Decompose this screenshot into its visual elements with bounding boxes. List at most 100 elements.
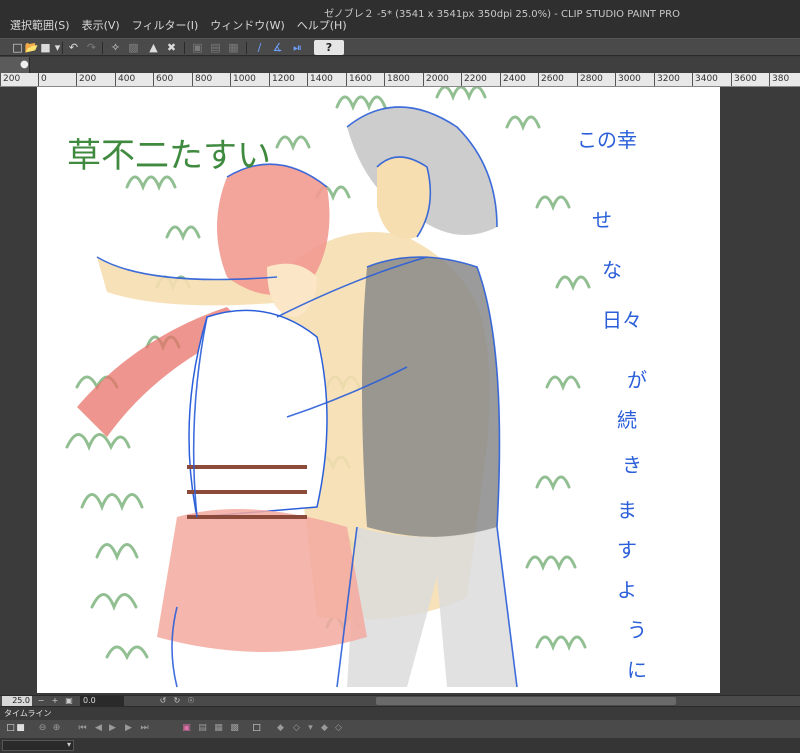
ruler-tick: 1200 bbox=[269, 73, 295, 86]
timeline-title[interactable]: タイムライン bbox=[4, 708, 51, 720]
timeline-body: ▾ bbox=[0, 738, 800, 753]
menu-bar: ゼノブレ２ -5* (3541 x 3541px 350dpi 25.0%) -… bbox=[0, 0, 800, 38]
reset-rotation-icon[interactable]: ☉ bbox=[186, 696, 196, 706]
ruler-label: 1400 bbox=[310, 74, 333, 84]
prev-frame-icon[interactable]: ◀ bbox=[92, 722, 105, 735]
ruler-tick: 3400 bbox=[692, 73, 718, 86]
message-line: 続 bbox=[617, 408, 637, 432]
zoom-out-icon[interactable]: − bbox=[36, 696, 46, 706]
drawing-canvas[interactable]: 草不二たすい この幸 せ な 日々 が 続 き ま す よ う に bbox=[37, 87, 720, 693]
canvas-tab-strip: ● bbox=[0, 57, 800, 73]
ruler-tick: 3200 bbox=[654, 73, 680, 86]
ruler-label: 380 bbox=[772, 74, 790, 84]
separator bbox=[62, 42, 63, 54]
canvas-workarea[interactable]: 草不二たすい この幸 せ な 日々 が 続 き ま す よ う に bbox=[0, 87, 800, 695]
message-line: な bbox=[602, 258, 622, 282]
specify-cel-icon[interactable]: ▦ bbox=[212, 722, 225, 735]
new-canvas-icon[interactable]: □ bbox=[10, 40, 25, 55]
undo-icon[interactable]: ↶ bbox=[66, 40, 81, 55]
ruler-label: 1800 bbox=[387, 74, 410, 84]
rotate-left-icon[interactable]: ↺ bbox=[158, 696, 168, 706]
keyframe-icon[interactable]: ◆ bbox=[274, 722, 287, 735]
help-button[interactable]: ? bbox=[314, 40, 344, 55]
message-line: 日々 bbox=[602, 308, 642, 332]
menu-selection[interactable]: 選択範囲(S) bbox=[0, 19, 76, 33]
keyframe-interpolate-icon[interactable]: ◇ bbox=[290, 722, 303, 735]
snap-special-ruler-icon[interactable]: ∡ bbox=[270, 40, 285, 55]
clip-studio-window: ゼノブレ２ -5* (3541 x 3541px 350dpi 25.0%) -… bbox=[0, 0, 800, 753]
menu-view[interactable]: 表示(V) bbox=[76, 19, 126, 33]
message-line: に bbox=[627, 658, 647, 682]
message-line: ま bbox=[617, 498, 637, 522]
zoom-in-timeline-icon[interactable]: ⊕ bbox=[50, 722, 63, 735]
ruler-tick: 400 bbox=[115, 73, 135, 86]
ruler-tick: 1400 bbox=[307, 73, 333, 86]
play-icon[interactable]: ▶ bbox=[106, 722, 119, 735]
ruler-tick: 2200 bbox=[461, 73, 487, 86]
ruler-label: 600 bbox=[156, 74, 174, 84]
canvas-tab[interactable]: ● bbox=[0, 57, 30, 73]
ruler-label: 2600 bbox=[541, 74, 564, 84]
separator bbox=[184, 42, 185, 54]
transform-icon[interactable]: ✖ bbox=[164, 40, 179, 55]
ruler-tick: 3600 bbox=[731, 73, 757, 86]
ruler-tick: 2600 bbox=[538, 73, 564, 86]
zoom-out-timeline-icon[interactable]: ⊖ bbox=[36, 722, 49, 735]
rotation-angle-field[interactable]: 0.0 bbox=[80, 696, 124, 706]
snap-grid-icon[interactable]: ⏯ bbox=[290, 40, 305, 55]
rotate-right-icon[interactable]: ↻ bbox=[172, 696, 182, 706]
menu-filter[interactable]: フィルター(I) bbox=[126, 19, 205, 33]
girl-figure bbox=[77, 164, 367, 652]
horizontal-scrollbar[interactable] bbox=[376, 697, 676, 705]
ruler-label: 3600 bbox=[734, 74, 757, 84]
status-bar: 25.0 − + ▣ 0.0 ↺ ↻ ☉ bbox=[0, 695, 800, 706]
ruler-tick: 3000 bbox=[615, 73, 641, 86]
clear-icon[interactable]: ✧ bbox=[108, 40, 123, 55]
fill-icon[interactable]: ▲ bbox=[146, 40, 161, 55]
separator bbox=[102, 42, 103, 54]
deselect-icon[interactable]: ▣ bbox=[190, 40, 205, 55]
fit-window-icon[interactable]: ▣ bbox=[64, 696, 74, 706]
redo-icon[interactable]: ↷ bbox=[84, 40, 99, 55]
ruler-label: 0 bbox=[41, 74, 47, 84]
timeline-settings-icon[interactable]: ■ bbox=[14, 722, 27, 735]
light-table-icon[interactable]: □ bbox=[250, 722, 263, 735]
zoom-in-icon[interactable]: + bbox=[50, 696, 60, 706]
vertical-message: この幸 せ な 日々 が 続 き ま す よ う に bbox=[577, 128, 647, 682]
ruler-tick: 200 bbox=[76, 73, 96, 86]
menu-help[interactable]: ヘルプ(H) bbox=[291, 19, 353, 33]
ruler-tick: 2400 bbox=[500, 73, 526, 86]
new-animation-folder-icon[interactable]: ▣ bbox=[180, 722, 193, 735]
clear-outside-icon[interactable]: ▩ bbox=[126, 40, 141, 55]
message-line: よ bbox=[617, 578, 637, 602]
tab-close-icon[interactable]: ● bbox=[20, 59, 29, 71]
message-line: が bbox=[627, 368, 647, 392]
first-frame-icon[interactable]: ⏮ bbox=[76, 722, 89, 735]
ruler-label: 3400 bbox=[695, 74, 718, 84]
zoom-field[interactable]: 25.0 bbox=[2, 696, 32, 706]
ruler-label: 200 bbox=[79, 74, 97, 84]
new-cel-icon[interactable]: ▤ bbox=[196, 722, 209, 735]
ruler-label: 3200 bbox=[657, 74, 680, 84]
ruler-label: 1600 bbox=[349, 74, 372, 84]
onion-skin-icon[interactable]: ▩ bbox=[228, 722, 241, 735]
ruler-label: 200 bbox=[3, 74, 21, 84]
select-all-icon[interactable]: ▤ bbox=[208, 40, 223, 55]
open-file-icon[interactable]: 📂 bbox=[24, 40, 39, 55]
ruler-label: 800 bbox=[195, 74, 213, 84]
keyframe-remove-icon[interactable]: ◇ bbox=[332, 722, 345, 735]
timeline-select[interactable]: ▾ bbox=[2, 740, 74, 751]
signature-text: 草不二たすい bbox=[67, 136, 271, 176]
snap-ruler-icon[interactable]: ∕ bbox=[252, 40, 267, 55]
last-frame-icon[interactable]: ⏭ bbox=[138, 722, 151, 735]
next-frame-icon[interactable]: ▶ bbox=[122, 722, 135, 735]
invert-selection-icon[interactable]: ▦ bbox=[226, 40, 241, 55]
keyframe-add-icon[interactable]: ◆ bbox=[318, 722, 331, 735]
keyframe-dropdown-icon[interactable]: ▾ bbox=[304, 722, 317, 735]
ruler-label: 2000 bbox=[426, 74, 449, 84]
ruler-label: 2200 bbox=[464, 74, 487, 84]
window-title: ゼノブレ２ -5* (3541 x 3541px 350dpi 25.0%) -… bbox=[324, 9, 680, 20]
menu-window[interactable]: ウィンドウ(W) bbox=[204, 19, 290, 33]
message-line: す bbox=[617, 538, 637, 562]
ruler-tick: 2000 bbox=[423, 73, 449, 86]
